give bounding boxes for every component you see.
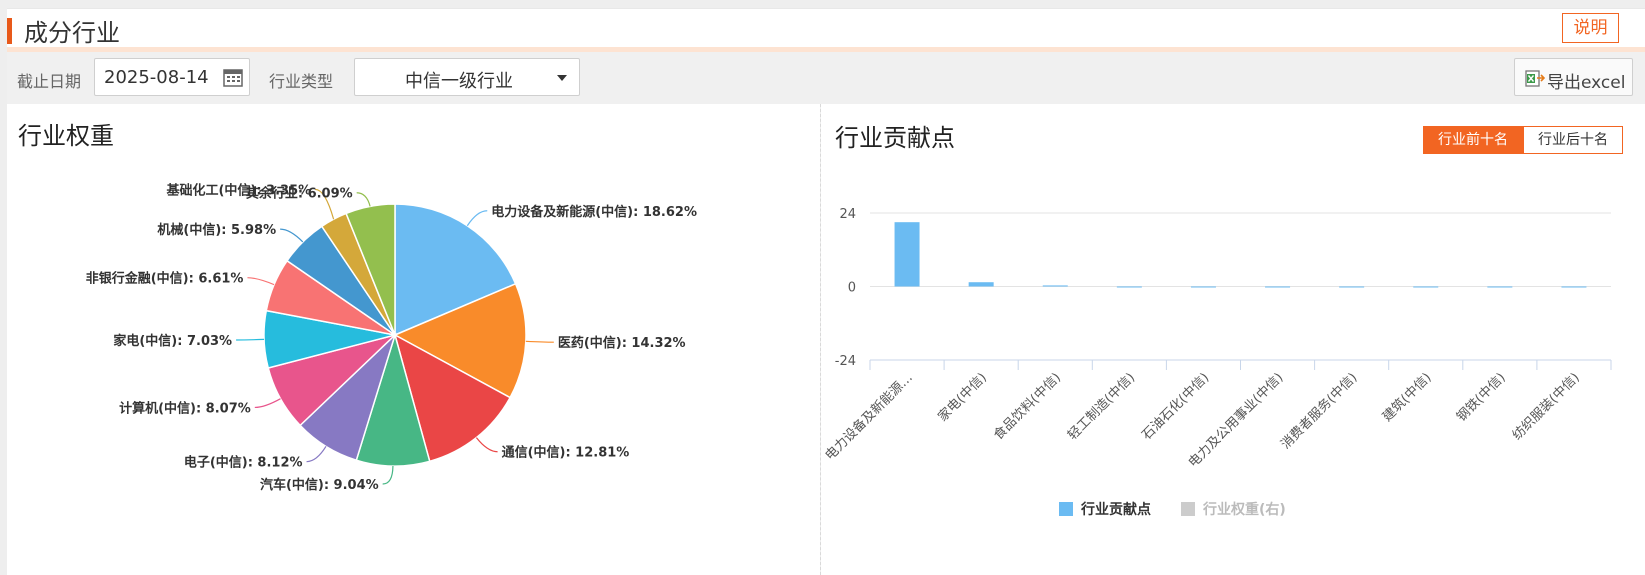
pie-slice-label: 汽车(中信): 9.04%	[260, 477, 379, 493]
industry-weight-panel: 行业权重 电力设备及新能源(中信): 18.62% 医药(中信): 14.32% 通…	[7, 104, 820, 575]
export-excel-button[interactable]: 导出excel	[1514, 58, 1633, 96]
filter-toolbar: 截止日期 2025-08-14 行业类型 中信一级行业 导出excel	[7, 52, 1645, 104]
pie-label-connector	[356, 192, 371, 207]
date-label: 截止日期	[17, 72, 82, 91]
page-title: 成分行业	[24, 19, 120, 47]
pie-slice-label: 家电(中信): 7.03%	[113, 333, 232, 349]
industry-type-label: 行业类型	[269, 72, 334, 91]
tab-bottom-ten[interactable]: 行业后十名	[1523, 126, 1623, 154]
bar-mark[interactable]	[968, 282, 994, 287]
industry-contribution-title: 行业贡献点	[835, 124, 955, 152]
header-accent-bar	[7, 18, 12, 44]
x-category-label: 石油石化(中信)	[1139, 370, 1212, 443]
bar-mark[interactable]	[1116, 286, 1142, 288]
industry-contribution-bar-chart: 24 0 -24电力设备及新能源… 家电(中信) 食品饮料(中信) 轻工制造(中信) 石油石…	[822, 207, 1612, 518]
bar-mark[interactable]	[1265, 286, 1291, 288]
legend-swatch[interactable]	[1059, 502, 1073, 516]
date-value: 2025-08-14	[104, 67, 209, 88]
pie-slice-label: 其余行业: 6.09%	[246, 186, 353, 202]
bar-mark[interactable]	[1042, 285, 1068, 287]
chevron-down-icon	[557, 75, 567, 81]
pie-slice-label: 电子(中信): 8.12%	[184, 455, 303, 471]
x-category-label: 建筑(中信)	[1379, 370, 1434, 425]
legend-label[interactable]: 行业权重(右)	[1202, 501, 1286, 518]
bar-mark[interactable]	[1413, 286, 1439, 288]
tab-top-ten[interactable]: 行业前十名	[1423, 126, 1523, 154]
pie-label-connector	[254, 398, 281, 409]
x-category-label: 轻工制造(中信)	[1065, 370, 1138, 443]
pie-label-connector	[382, 465, 394, 485]
x-category-label: 钢铁(中信)	[1454, 370, 1509, 425]
help-button[interactable]: 说明	[1562, 13, 1619, 43]
bar-mark[interactable]	[1487, 286, 1513, 288]
pie-label-connector	[306, 446, 327, 463]
industry-type-select[interactable]: 中信一级行业	[354, 58, 580, 96]
x-category-label: 纺织服装(中信)	[1510, 370, 1583, 443]
pie-label-connector	[525, 340, 554, 343]
pie-slice-label: 机械(中信): 5.98%	[157, 222, 276, 238]
pie-slice-label: 医药(中信): 14.32%	[558, 335, 686, 351]
pie-label-connector	[466, 210, 488, 227]
industry-contribution-panel: 行业贡献点 行业前十名 行业后十名 24 0 -24 电力设备及新能源… 家电(中信) 食…	[821, 104, 1645, 575]
legend-swatch[interactable]	[1181, 502, 1195, 516]
date-field[interactable]: 2025-08-14	[94, 58, 250, 96]
industry-type-value: 中信一级行业	[405, 71, 513, 92]
pie-slice-label: 通信(中信): 12.81%	[502, 445, 630, 461]
pie-label-connector	[236, 338, 265, 341]
pie-slice-label: 非银行金融(中信): 6.61%	[86, 271, 244, 287]
calendar-icon[interactable]	[223, 67, 243, 87]
bar-mark[interactable]	[894, 222, 920, 287]
app-root: 成分行业 说明 截止日期 2025-08-14 行业类型 中信一级行业 导出ex…	[0, 0, 1645, 575]
y-tick-label: 24	[839, 207, 856, 222]
x-category-label: 食品饮料(中信)	[990, 370, 1064, 444]
industry-weight-title: 行业权重	[18, 122, 114, 150]
industry-weight-pie-chart: 电力设备及新能源(中信): 18.62% 医药(中信): 14.32% 通信(中信)…	[86, 182, 697, 493]
pie-label-connector	[475, 437, 498, 453]
x-category-label: 消费者服务(中信)	[1278, 370, 1361, 453]
x-category-label: 电力设备及新能源…	[822, 370, 916, 464]
x-category-label: 家电(中信)	[935, 370, 990, 425]
bar-mark[interactable]	[1561, 286, 1587, 288]
excel-export-icon	[1525, 70, 1545, 87]
pie-slice-label: 电力设备及新能源(中信): 18.62%	[491, 204, 697, 220]
legend-label[interactable]: 行业贡献点	[1080, 501, 1151, 518]
page-header: 成分行业 说明	[7, 8, 1645, 50]
pie-label-connector	[247, 277, 275, 286]
bar-mark[interactable]	[1339, 286, 1365, 288]
y-tick-label: 0	[848, 281, 856, 296]
pie-label-connector	[280, 228, 304, 243]
pie-slice-label: 计算机(中信): 8.07%	[119, 400, 251, 416]
export-excel-label: 导出excel	[1547, 73, 1626, 93]
ranking-tabs: 行业前十名 行业后十名	[1423, 126, 1623, 154]
bar-mark[interactable]	[1190, 286, 1216, 288]
y-tick-label: -24	[835, 354, 856, 369]
